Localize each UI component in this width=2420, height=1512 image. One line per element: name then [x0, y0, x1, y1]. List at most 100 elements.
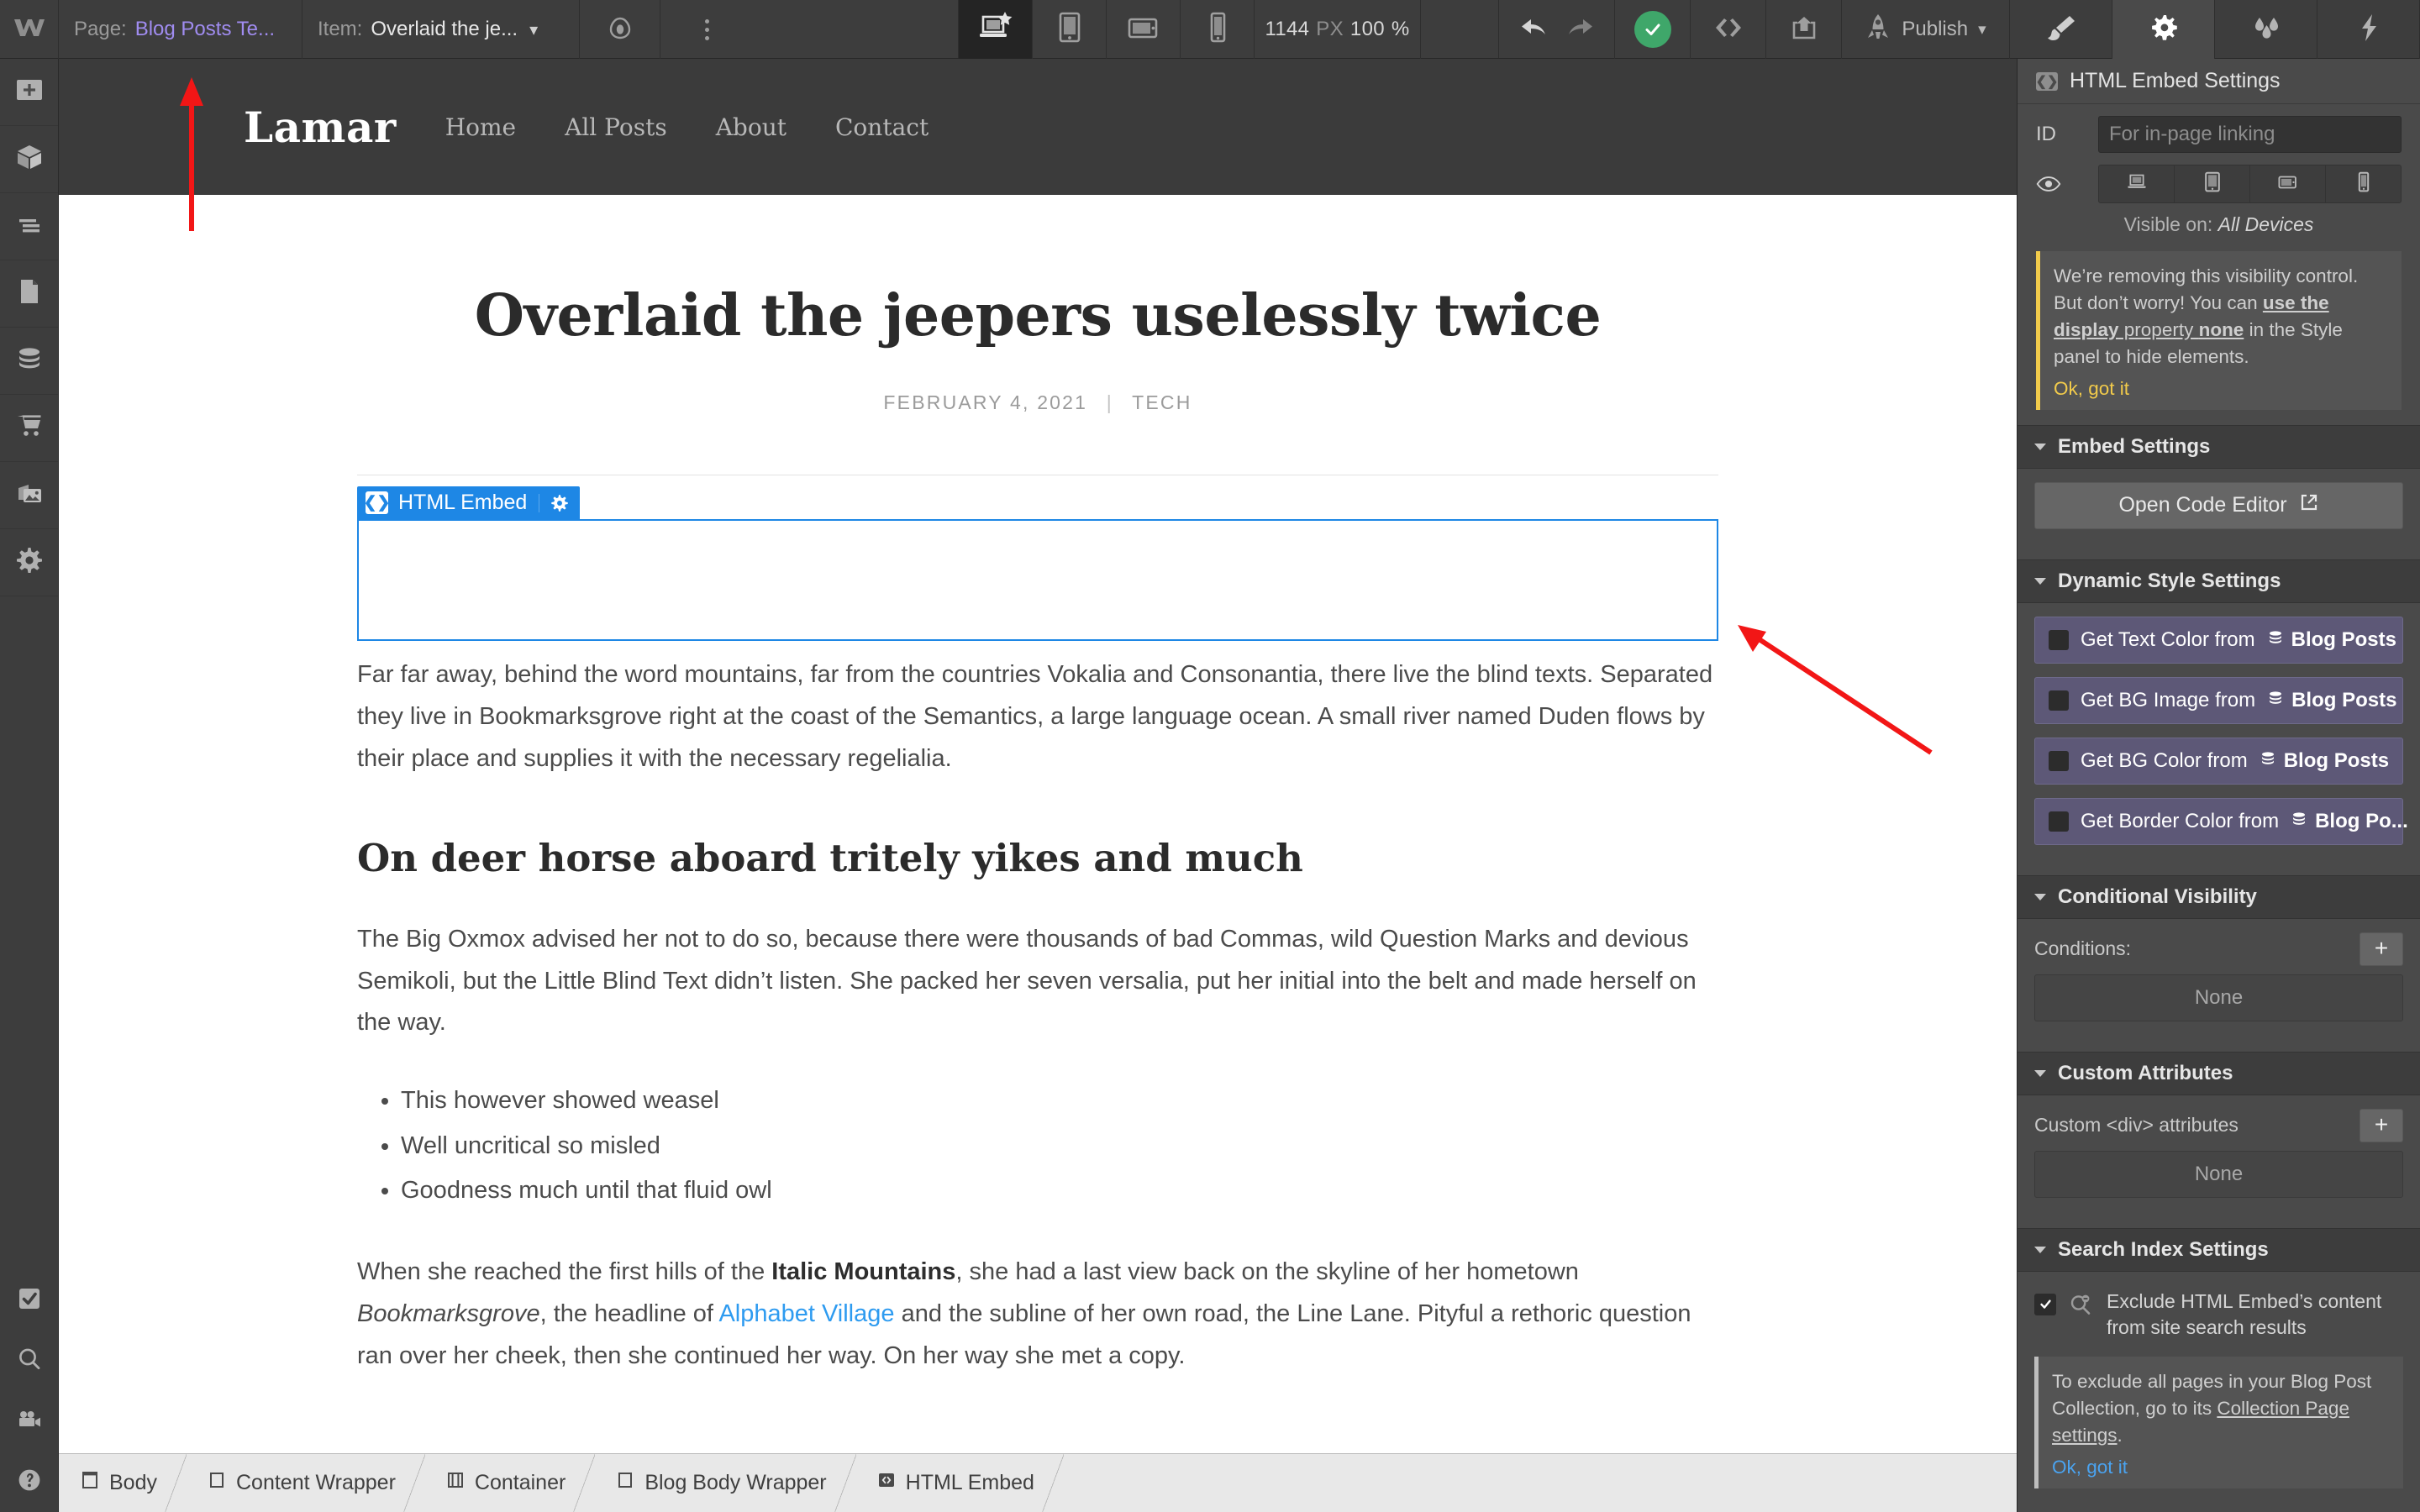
visible-mobile-portrait-toggle[interactable]	[2326, 165, 2401, 202]
interactions-panel-tab[interactable]	[2215, 0, 2317, 59]
blog-article: Overlaid the jeepers uselessly twice FEB…	[59, 282, 2017, 1378]
more-options-button[interactable]	[660, 0, 753, 59]
section-title: Search Index Settings	[2058, 1237, 2269, 1261]
redo-arrow-icon[interactable]	[1563, 15, 1595, 45]
style-panel-tab[interactable]	[2010, 0, 2112, 59]
gear-icon[interactable]	[539, 493, 580, 512]
page-value: Blog Posts Te...	[134, 18, 276, 40]
mobile-landscape-breakpoint[interactable]	[1107, 0, 1181, 59]
breadcrumb: Body Content Wrapper Container Blog Body…	[59, 1453, 2017, 1512]
visibility-device-group[interactable]	[2098, 165, 2402, 203]
nav-link-home[interactable]: Home	[445, 113, 516, 141]
undo-arrow-icon[interactable]	[1519, 15, 1551, 45]
add-condition-button[interactable]: +	[2360, 932, 2403, 966]
panel-title: HTML Embed Settings	[2070, 69, 2281, 92]
visible-tablet-toggle[interactable]	[2175, 165, 2250, 202]
paragraph-3-link[interactable]: Alphabet Village	[718, 1300, 894, 1327]
site-navbar[interactable]: Lamar Home All Posts About Contact	[59, 59, 2017, 195]
assets-button[interactable]	[0, 462, 58, 529]
dynamic-source-label: Blog Posts	[2283, 748, 2390, 772]
export-code-button[interactable]	[1766, 0, 1842, 59]
nav-link-contact[interactable]: Contact	[835, 113, 929, 141]
section-header-embed-settings[interactable]: Embed Settings	[2018, 424, 2420, 469]
desktop-large-breakpoint[interactable]	[959, 0, 1033, 59]
article-list: This however showed weasel Well uncritic…	[401, 1079, 1718, 1213]
components-button[interactable]	[0, 126, 58, 193]
code-view-button[interactable]	[1691, 0, 1766, 59]
breadcrumb-item-container[interactable]: Container	[424, 1454, 596, 1512]
get-border-color-button[interactable]: Get Border Color from Blog Po...	[2034, 797, 2408, 845]
dynamic-source: Blog Posts	[2267, 628, 2396, 652]
preview-eye-icon	[606, 15, 634, 45]
div-icon	[208, 1470, 226, 1496]
video-tutorials-button[interactable]	[0, 1391, 58, 1452]
webflow-logo-icon	[13, 16, 46, 44]
get-bg-image-button[interactable]: Get BG Image from Blog Posts	[2034, 676, 2403, 724]
embed-selection-badge[interactable]: ❮❯ HTML Embed	[357, 486, 581, 519]
audit-button[interactable]	[0, 1270, 58, 1331]
webflow-logo-button[interactable]	[0, 0, 59, 59]
exclude-search-label: Exclude HTML Embed’s content from site s…	[2107, 1289, 2382, 1339]
viewport-size-display[interactable]: 1144 PX 100 %	[1255, 0, 1421, 59]
save-status-button[interactable]	[1615, 0, 1691, 59]
cms-item-selector[interactable]: Item: Overlaid the je... ▾	[302, 0, 580, 59]
breadcrumb-item-body[interactable]: Body	[59, 1454, 187, 1512]
preview-toggle-button[interactable]	[580, 0, 660, 59]
visible-mobile-landscape-toggle[interactable]	[2250, 165, 2326, 202]
search-button[interactable]	[0, 1331, 58, 1391]
open-code-editor-button[interactable]: Open Code Editor	[2034, 481, 2403, 529]
tablet-portrait-icon	[2202, 171, 2223, 197]
breadcrumb-item-content-wrapper[interactable]: Content Wrapper	[186, 1454, 425, 1512]
section-header-custom-attributes[interactable]: Custom Attributes	[2018, 1051, 2420, 1095]
caret-down-icon	[2034, 443, 2046, 450]
effects-panel-tab[interactable]	[2317, 0, 2420, 59]
tablet-breakpoint[interactable]	[1033, 0, 1107, 59]
settings-button[interactable]	[0, 529, 58, 596]
nav-link-about[interactable]: About	[716, 113, 786, 141]
section-header-conditional-visibility[interactable]: Conditional Visibility	[2018, 874, 2420, 919]
cms-collections-button[interactable]	[0, 328, 58, 395]
get-bg-color-button[interactable]: Get BG Color from Blog Posts	[2034, 737, 2403, 785]
article-meta: FEBRUARY 4, 2021 | TECH	[59, 391, 2017, 414]
breadcrumb-item-blog-body-wrapper[interactable]: Blog Body Wrapper	[594, 1454, 856, 1512]
get-text-color-button[interactable]: Get Text Color from Blog Posts	[2034, 616, 2403, 664]
custom-attributes-value[interactable]: None	[2034, 1150, 2403, 1198]
html-embed-selection[interactable]: ❮❯ HTML Embed	[357, 486, 1718, 641]
conditions-value[interactable]: None	[2034, 974, 2403, 1021]
search-index-notice: To exclude all pages in your Blog Post C…	[2034, 1357, 2403, 1489]
visible-on-text: Visible on: All Devices	[2018, 203, 2420, 236]
page-selector[interactable]: Page: Blog Posts Te...	[59, 0, 302, 59]
exclude-search-checkbox[interactable]	[2034, 1293, 2056, 1315]
nav-link-all-posts[interactable]: All Posts	[565, 113, 667, 141]
help-button[interactable]	[0, 1452, 58, 1512]
ecommerce-button[interactable]	[0, 395, 58, 462]
notice-dismiss-link[interactable]: Ok, got it	[2054, 378, 2388, 400]
navigator-button[interactable]	[0, 193, 58, 260]
add-attribute-button[interactable]: +	[2360, 1108, 2403, 1142]
section-header-dynamic-style-settings[interactable]: Dynamic Style Settings	[2018, 559, 2420, 603]
add-elements-button[interactable]	[0, 59, 58, 126]
visibility-row	[2018, 153, 2420, 203]
id-input[interactable]: For in-page linking	[2098, 116, 2402, 153]
database-stack-icon	[15, 344, 44, 377]
pages-button[interactable]	[0, 260, 58, 328]
design-canvas[interactable]: Lamar Home All Posts About Contact Overl…	[59, 59, 2017, 1453]
mobile-portrait-breakpoint[interactable]	[1181, 0, 1255, 59]
publish-button[interactable]: Publish ▾	[1842, 0, 2010, 59]
html-embed-element[interactable]	[357, 519, 1718, 641]
section-header-search-index-settings[interactable]: Search Index Settings	[2018, 1227, 2420, 1272]
page-document-icon	[15, 277, 44, 310]
search-notice-dismiss[interactable]: Ok, got it	[2052, 1457, 2390, 1478]
article-paragraph-2: The Big Oxmox advised her not to do so, …	[357, 925, 1697, 1037]
custom-attributes-label: Custom <div> attributes	[2034, 1114, 2238, 1137]
exclude-from-search-row[interactable]: Exclude HTML Embed’s content from site s…	[2034, 1285, 2403, 1341]
undo-redo-group[interactable]	[1499, 0, 1615, 59]
search-minus-icon	[2068, 1292, 2095, 1321]
breadcrumb-item-html-embed[interactable]: HTML Embed	[855, 1454, 1065, 1512]
visible-desktop-toggle[interactable]	[2099, 165, 2175, 202]
settings-panel-tab[interactable]	[2112, 0, 2215, 59]
conditions-label: Conditions:	[2034, 937, 2132, 960]
gear-icon	[15, 546, 44, 579]
tablet-portrait-icon	[1055, 11, 1084, 49]
page-label: Page:	[74, 18, 127, 40]
